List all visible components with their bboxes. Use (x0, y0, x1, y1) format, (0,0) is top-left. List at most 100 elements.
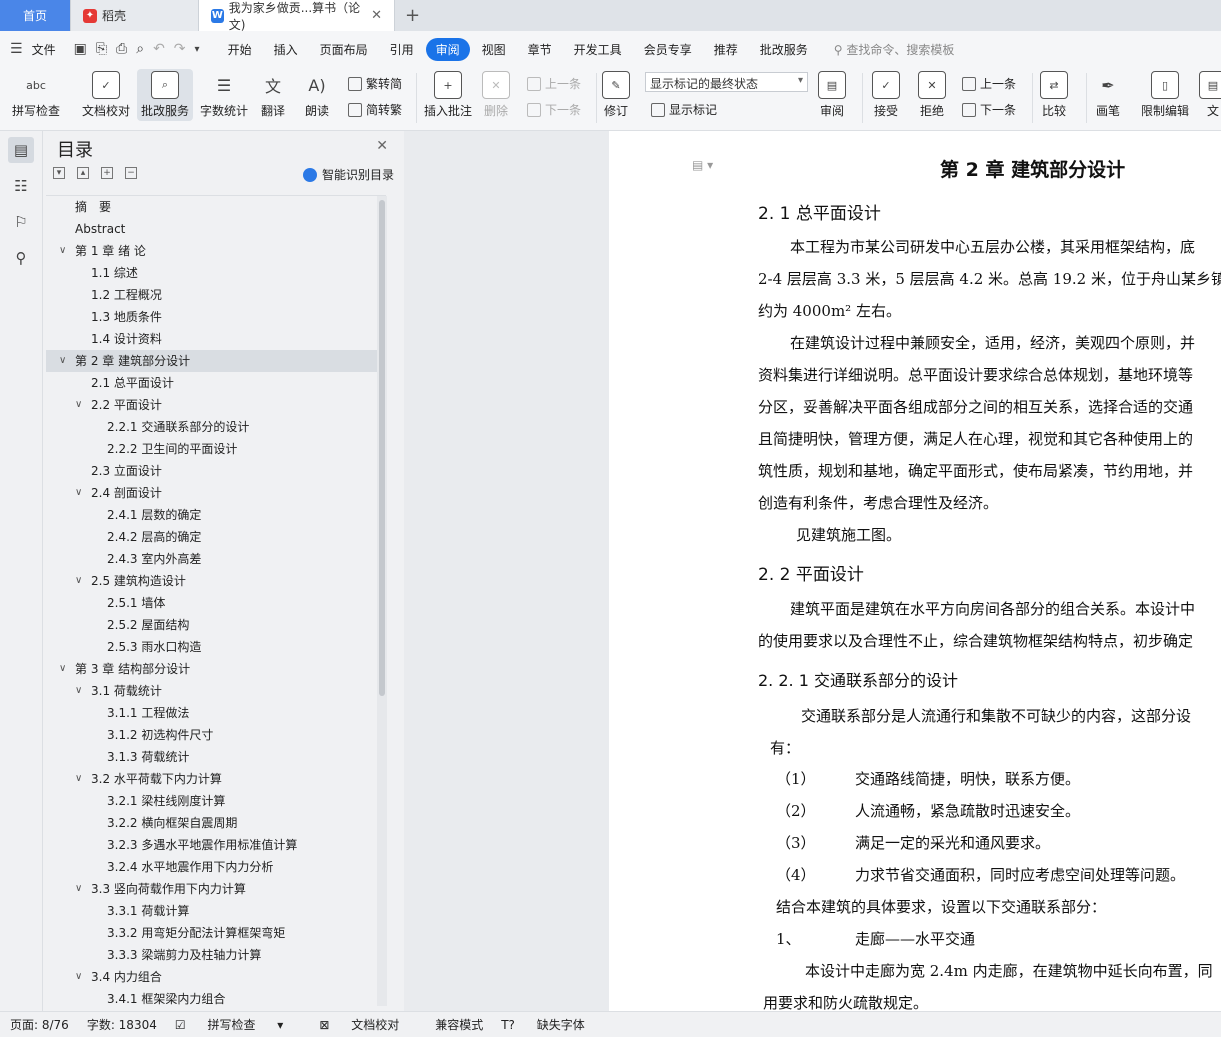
prev-change-button[interactable]: 上一条 (962, 75, 1016, 92)
toc-item[interactable]: 3.1.3 荷载统计 (46, 746, 386, 768)
chevron-down-icon[interactable]: ∨ (75, 768, 82, 790)
toc-item[interactable]: 摘 要 (46, 196, 386, 218)
toc-item[interactable]: 2.2.2 卫生间的平面设计 (46, 438, 386, 460)
toc-item[interactable]: 3.2.1 梁柱线刚度计算 (46, 790, 386, 812)
pen-button[interactable]: ✒ 画笔 (1094, 71, 1122, 119)
toc-item[interactable]: 2.4.3 室内外高差 (46, 548, 386, 570)
quick-access-more-icon[interactable]: ▾ (195, 44, 200, 55)
simp-to-trad-button[interactable]: 简转繁 (348, 101, 402, 118)
close-tab-icon[interactable]: ✕ (371, 8, 382, 23)
document-page[interactable]: ▤ ▾ 第 2 章 建筑部分设计 2. 1 总平面设计 本工程为市某公司研发中心… (609, 131, 1221, 1011)
command-search[interactable]: ⚲ 查找命令、搜索模板 (834, 41, 955, 58)
page-doc-icon[interactable]: ▤ ▾ (692, 158, 713, 172)
toc-nav-icon[interactable]: ▤ (8, 137, 34, 163)
spell-check-button[interactable]: abc 拼写检查 (12, 71, 60, 119)
collapse-all-icon[interactable]: ▾ (53, 167, 65, 179)
menu-dev-tools[interactable]: 开发工具 (564, 38, 632, 61)
status-doc-check[interactable]: ⊠ 文档校对 (319, 1016, 417, 1033)
insert-comment-button[interactable]: + 插入批注 (424, 71, 472, 119)
trad-to-simp-button[interactable]: 繁转简 (348, 75, 402, 92)
toc-item[interactable]: 2.4.2 层高的确定 (46, 526, 386, 548)
tab-daoke[interactable]: ✦ 稻壳 (71, 0, 199, 31)
preview-icon[interactable]: ⌕ (136, 41, 144, 57)
next-change-button[interactable]: 下一条 (962, 101, 1016, 118)
toc-item[interactable]: 3.2.2 横向框架自震周期 (46, 812, 386, 834)
restrict-edit-button[interactable]: ▯ 限制编辑 (1141, 71, 1189, 119)
menu-file[interactable]: 文件 (32, 38, 66, 61)
search-nav-icon[interactable]: ⚲ (8, 245, 34, 271)
toc-scrollbar[interactable] (379, 200, 385, 696)
read-aloud-button[interactable]: A) 朗读 (303, 71, 331, 119)
correction-service-button[interactable]: ⌕ 批改服务 (137, 69, 194, 121)
show-marks-button[interactable]: 显示标记 (651, 101, 717, 118)
compare-button[interactable]: ⇄ 比较 (1040, 71, 1068, 119)
track-changes-button[interactable]: ✎ 修订 (602, 71, 630, 119)
accept-button[interactable]: ✓ 接受 (872, 71, 900, 119)
toc-item[interactable]: 1.4 设计资料 (46, 328, 386, 350)
toc-item[interactable]: ∨ 3.3 竖向荷载作用下内力计算 (46, 878, 386, 900)
chevron-down-icon[interactable]: ∨ (75, 394, 82, 416)
menu-recommend[interactable]: 推荐 (704, 38, 748, 61)
next-comment-button[interactable]: 下一条 (527, 101, 581, 118)
missing-font-button[interactable]: T? 缺失字体 (501, 1016, 603, 1033)
word-count-button[interactable]: ☰ 字数统计 (200, 71, 248, 119)
doc-more-button[interactable]: ▤ 文 (1199, 71, 1221, 119)
new-tab-button[interactable]: + (395, 0, 430, 31)
menu-section[interactable]: 章节 (518, 38, 562, 61)
delete-comment-button[interactable]: ✕ 删除 (482, 71, 510, 119)
toc-item[interactable]: 2.1 总平面设计 (46, 372, 386, 394)
chevron-down-icon[interactable]: ∨ (75, 878, 82, 900)
toc-item[interactable]: 2.5.1 墙体 (46, 592, 386, 614)
toc-item[interactable]: 3.2.3 多遇水平地震作用标准值计算 (46, 834, 386, 856)
undo-icon[interactable]: ↶ (153, 41, 165, 57)
toc-item[interactable]: 3.1.1 工程做法 (46, 702, 386, 724)
toc-item[interactable]: ∨ 3.1 荷载统计 (46, 680, 386, 702)
menu-correction[interactable]: 批改服务 (750, 38, 818, 61)
close-icon[interactable]: ✕ (376, 138, 388, 154)
toc-item[interactable]: 3.1.2 初选构件尺寸 (46, 724, 386, 746)
hamburger-icon[interactable]: ☰ (10, 41, 23, 57)
toc-item[interactable]: ∨ 2.4 剖面设计 (46, 482, 386, 504)
save-icon[interactable]: ▣ (74, 41, 87, 57)
toc-item[interactable]: 3.2.4 水平地震作用下内力分析 (46, 856, 386, 878)
menu-view[interactable]: 视图 (472, 38, 516, 61)
menu-member[interactable]: 会员专享 (634, 38, 702, 61)
toc-item[interactable]: ∨ 第 1 章 绪 论 (46, 240, 386, 262)
toc-item[interactable]: ∨ 2.5 建筑构造设计 (46, 570, 386, 592)
chapter-nav-icon[interactable]: ☷ (8, 173, 34, 199)
print-icon[interactable]: ⎙ (116, 41, 127, 57)
toc-item[interactable]: 3.3.1 荷载计算 (46, 900, 386, 922)
toc-item[interactable]: 3.4.1 框架梁内力组合 (46, 988, 386, 1005)
toc-item[interactable]: 1.3 地质条件 (46, 306, 386, 328)
review-pane-button[interactable]: ▤ 审阅 (818, 71, 846, 119)
status-spell-check[interactable]: ☑ 拼写检查 ▾ (175, 1016, 301, 1033)
menu-insert[interactable]: 插入 (264, 38, 308, 61)
toc-item[interactable]: 3.3.3 梁端剪力及柱轴力计算 (46, 944, 386, 966)
prev-comment-button[interactable]: 上一条 (527, 75, 581, 92)
toc-item[interactable]: ∨ 2.2 平面设计 (46, 394, 386, 416)
tab-home[interactable]: 首页 (0, 0, 71, 31)
redo-icon[interactable]: ↷ (174, 41, 186, 57)
chevron-down-icon[interactable]: ∨ (59, 240, 66, 262)
menu-start[interactable]: 开始 (218, 38, 262, 61)
export-icon[interactable]: ⎘ (96, 41, 107, 57)
toc-item[interactable]: ∨ 第 2 章 建筑部分设计 (46, 350, 386, 372)
expand-all-icon[interactable]: ▴ (77, 167, 89, 179)
toc-item[interactable]: 3.3.2 用弯矩分配法计算框架弯矩 (46, 922, 386, 944)
mark-state-select[interactable]: 显示标记的最终状态 ▾ (645, 72, 808, 92)
page-indicator[interactable]: 页面: 8/76 (10, 1016, 69, 1033)
toc-item[interactable]: 2.5.3 雨水口构造 (46, 636, 386, 658)
chevron-down-icon[interactable]: ∨ (75, 680, 82, 702)
toc-item[interactable]: ∨ 第 3 章 结构部分设计 (46, 658, 386, 680)
toc-item[interactable]: ∨ 3.4 内力组合 (46, 966, 386, 988)
toc-item[interactable]: 2.4.1 层数的确定 (46, 504, 386, 526)
menu-review[interactable]: 审阅 (425, 37, 470, 61)
smart-toc-button[interactable]: 智能识别目录 (302, 166, 394, 183)
menu-references[interactable]: 引用 (380, 38, 424, 61)
doc-check-button[interactable]: ✓ 文档校对 (82, 71, 130, 119)
chevron-down-icon[interactable]: ∨ (75, 966, 82, 988)
remove-heading-icon[interactable]: − (125, 167, 137, 179)
toc-item[interactable]: 1.2 工程概况 (46, 284, 386, 306)
toc-item[interactable]: Abstract (46, 218, 386, 240)
translate-button[interactable]: 文翻译 (259, 71, 287, 119)
